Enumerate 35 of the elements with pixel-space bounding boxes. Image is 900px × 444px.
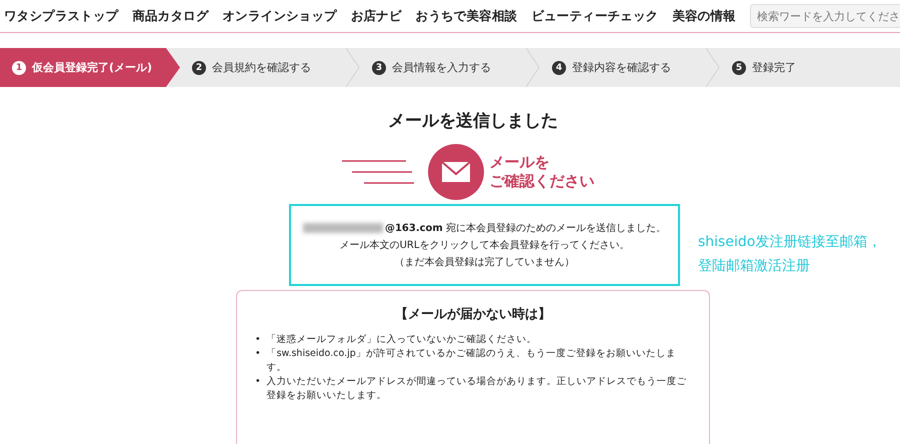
envelope-icon (428, 144, 484, 200)
step-number: 1 (12, 60, 26, 74)
bullet-marker: • (255, 375, 261, 389)
message-text: メール本文のURLをクリックして本会員登録を行ってください。 (340, 238, 630, 252)
step-number: 5 (732, 60, 746, 74)
page-heading: メールを送信しました (387, 110, 559, 132)
nav-link[interactable]: オンラインショップ (222, 8, 337, 24)
step-label: 登録完了 (752, 60, 796, 75)
nav-link[interactable]: ワタシプラストップ (4, 8, 118, 24)
step-number: 4 (552, 60, 566, 74)
nav-link[interactable]: 商品カタログ (132, 8, 209, 24)
card-title: 【メールが届かない時は】 (394, 306, 552, 323)
chevron-icon (526, 48, 540, 87)
nav-link[interactable]: ビューティーチェック (531, 8, 658, 24)
search-field[interactable]: 検索ワードを入力してくださ (750, 4, 900, 28)
nav-link[interactable]: おうちで美容相談 (416, 8, 518, 24)
step-label: 会員規約を確認する (212, 60, 311, 75)
bullet-marker: • (255, 347, 261, 361)
nav-link[interactable]: お店ナビ (350, 8, 402, 24)
step-label: 登録内容を確認する (572, 60, 671, 75)
step-number: 3 (372, 60, 386, 74)
step-number: 2 (192, 60, 206, 74)
message-text: （まだ本会員登録は完了していません） (394, 256, 574, 269)
bullet-marker: • (255, 333, 261, 347)
step-label: 仮会員登録完了(メール) (32, 60, 152, 75)
annotation-text: shiseido发注册链接至邮箱，登陆邮箱激活注册 (698, 233, 882, 276)
help-item: 「sw.shiseido.co.jp」が許可されているかご確認のうえ、もう一度ご登録をお願いいたします。 (266, 347, 677, 375)
help-item: 入力いただいたメールアドレスが間違っている場合があります。正しいアドレスでもう一度ご登録をお願いいたします。 (266, 375, 688, 403)
step-label: 会員情報を入力する (392, 60, 491, 75)
chevron-icon (706, 48, 720, 87)
chevron-icon (346, 48, 360, 87)
message-text: @163.com 宛に本会員登録のためのメールを送信しました。 (384, 222, 666, 235)
help-item: 「迷惑メールフォルダ」に入っていないかご確認ください。 (266, 333, 537, 347)
check-mail-text: メールを ご確認ください (490, 153, 594, 191)
nav-link[interactable]: 美容の情報 (672, 8, 736, 24)
